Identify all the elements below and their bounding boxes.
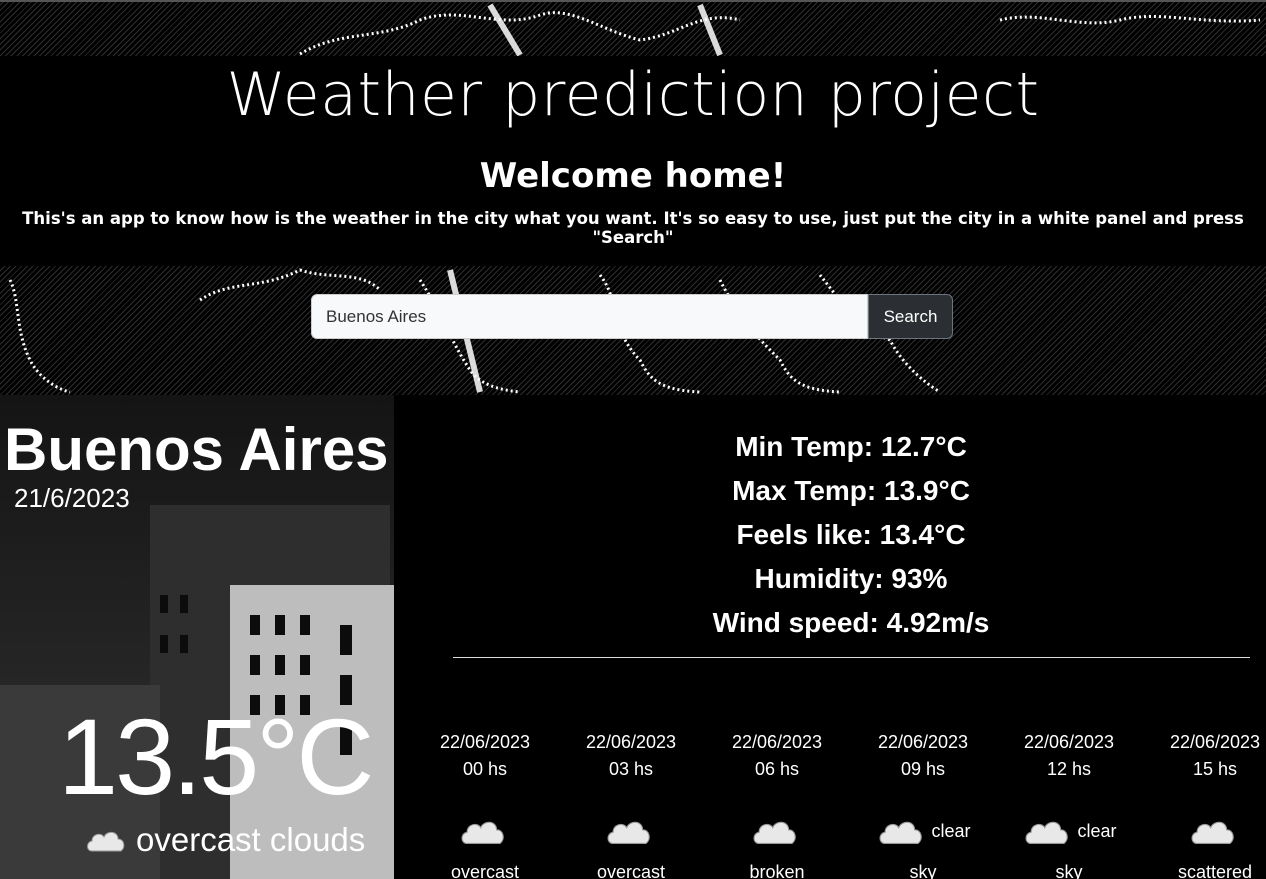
forecast-hour: 03 hs bbox=[608, 759, 654, 779]
wind-speed: Wind speed: 4.92m/s bbox=[712, 607, 990, 638]
search-button[interactable]: Search bbox=[868, 294, 953, 339]
forecast-item: 22/06/2023 09 hs clear sky bbox=[850, 730, 996, 879]
cloud-icon bbox=[1191, 821, 1234, 845]
forecast-description: sky bbox=[909, 862, 937, 879]
condition-label: overcast clouds bbox=[136, 821, 366, 858]
forecast-item: 22/06/2023 12 hs clear sky bbox=[996, 730, 1142, 879]
welcome-heading: Welcome home! bbox=[479, 156, 787, 196]
cloud-icon bbox=[87, 831, 125, 852]
forecast-date: 22/06/2023 bbox=[585, 732, 677, 752]
city-search-input[interactable] bbox=[311, 294, 868, 339]
forecast-item: 22/06/2023 06 hs broken bbox=[704, 730, 850, 879]
forecast-date: 22/06/2023 bbox=[439, 732, 531, 752]
current-condition: overcast clouds bbox=[84, 821, 365, 859]
current-temperature: 13.5°C bbox=[58, 696, 374, 817]
forecast-list: 22/06/2023 00 hs overcast 22/06/2023 03 … bbox=[412, 730, 1266, 879]
forecast-date: 22/06/2023 bbox=[877, 732, 969, 752]
weather-details: Min Temp: 12.7°C Max Temp: 13.9°C Feels … bbox=[452, 425, 1250, 645]
cloud-icon bbox=[461, 821, 504, 845]
forecast-description: overcast bbox=[596, 862, 666, 879]
min-temp: Min Temp: 12.7°C bbox=[735, 431, 967, 462]
cloud-icon bbox=[753, 821, 796, 845]
forecast-condition-inline: clear bbox=[931, 820, 971, 841]
forecast-item: 22/06/2023 00 hs overcast bbox=[412, 730, 558, 879]
forecast-date: 22/06/2023 bbox=[731, 732, 823, 752]
forecast-hour: 09 hs bbox=[900, 759, 946, 779]
forecast-description: sky bbox=[1055, 862, 1083, 879]
forecast-condition-inline: clear bbox=[1077, 820, 1117, 841]
forecast-description: overcast bbox=[450, 862, 520, 879]
forecast-hour: 15 hs bbox=[1192, 759, 1238, 779]
forecast-hour: 00 hs bbox=[462, 759, 508, 779]
cloud-icon bbox=[607, 821, 650, 845]
section-divider bbox=[453, 657, 1250, 658]
forecast-date: 22/06/2023 bbox=[1023, 732, 1115, 752]
current-weather-card: Buenos Aires 21/6/2023 13.5°C overcast c… bbox=[0, 395, 394, 879]
humidity: Humidity: 93% bbox=[754, 563, 948, 594]
app-description: This's an app to know how is the weather… bbox=[22, 209, 1244, 247]
search-bar: Search bbox=[311, 294, 953, 339]
forecast-item: 22/06/2023 03 hs overcast bbox=[558, 730, 704, 879]
forecast-description: scattered bbox=[1177, 862, 1253, 879]
max-temp: Max Temp: 13.9°C bbox=[732, 475, 970, 506]
city-name: Buenos Aires bbox=[4, 416, 389, 483]
page-title: Weather prediction project bbox=[226, 60, 1040, 130]
cloud-icon bbox=[879, 821, 923, 845]
cloud-icon bbox=[1025, 821, 1069, 845]
feels-like: Feels like: 13.4°C bbox=[736, 519, 966, 550]
forecast-date: 22/06/2023 bbox=[1169, 732, 1261, 752]
hero-banner: Weather prediction project Welcome home!… bbox=[0, 0, 1266, 395]
forecast-hour: 12 hs bbox=[1046, 759, 1092, 779]
forecast-item: 22/06/2023 15 hs scattered bbox=[1142, 730, 1266, 879]
current-date: 21/6/2023 bbox=[14, 483, 130, 513]
forecast-description: broken bbox=[749, 862, 805, 879]
forecast-hour: 06 hs bbox=[754, 759, 800, 779]
